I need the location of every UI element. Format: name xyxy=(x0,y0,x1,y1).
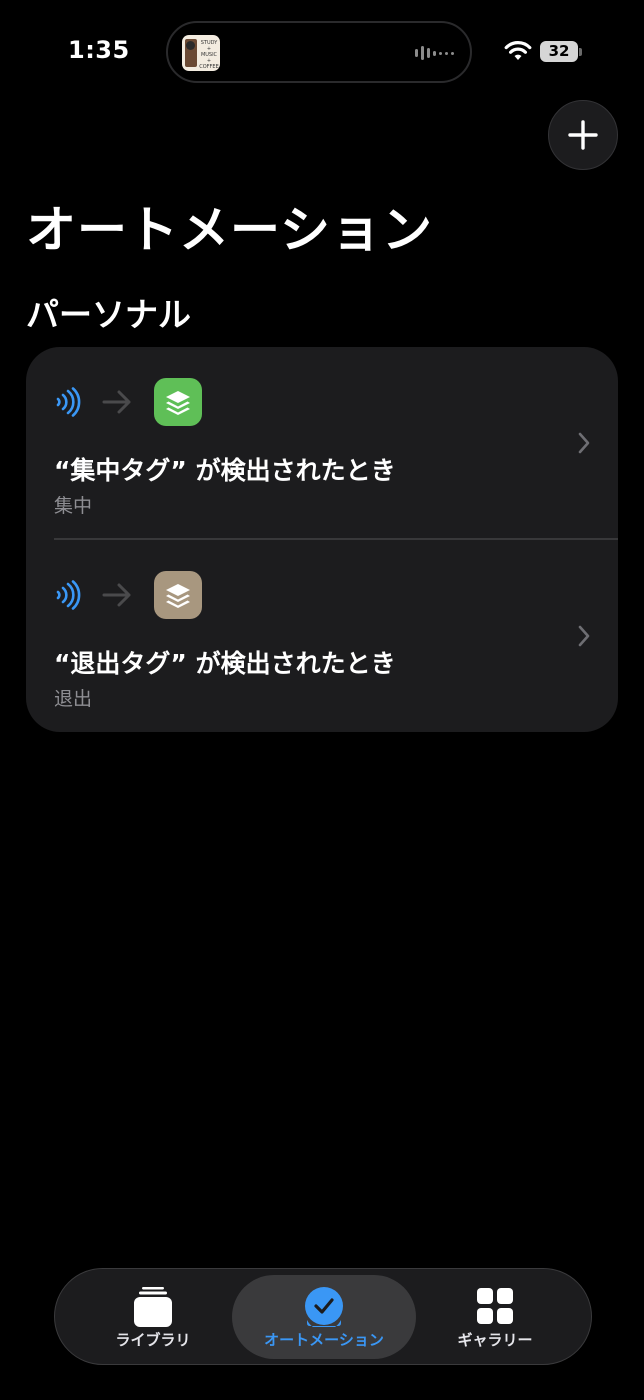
tab-bar: ライブラリ オートメーション ギャラリー xyxy=(54,1268,592,1365)
arrow-right-icon xyxy=(102,583,131,607)
automation-row-focus[interactable]: “集中タグ” が検出されたとき 集中 xyxy=(26,347,618,539)
automation-title: “集中タグ” が検出されたとき xyxy=(54,456,396,485)
focus-stack-icon xyxy=(166,391,190,415)
gallery-grid-icon xyxy=(477,1288,513,1324)
battery-indicator: 32 xyxy=(540,41,578,62)
chevron-right-icon xyxy=(578,432,590,454)
section-title: パーソナル xyxy=(26,295,191,334)
tab-library[interactable]: ライブラリ xyxy=(61,1275,245,1359)
chevron-right-icon xyxy=(578,625,590,647)
library-stack-icon xyxy=(134,1287,172,1327)
audio-waveform-icon xyxy=(415,45,454,61)
add-automation-button[interactable] xyxy=(548,100,618,170)
automation-list: “集中タグ” が検出されたとき 集中 “退出タグ” が検出されたとき 退出 xyxy=(26,347,618,732)
artwork-text: STUDY + MUSIC + COFFEE xyxy=(199,40,219,70)
focus-stack-icon xyxy=(166,584,190,608)
automation-row-exit[interactable]: “退出タグ” が検出されたとき 退出 xyxy=(26,540,618,732)
page-title: オートメーション xyxy=(26,201,433,259)
tab-label: ライブラリ xyxy=(115,1331,191,1349)
automation-subtitle: 集中 xyxy=(54,495,93,517)
plus-icon xyxy=(568,120,598,150)
nfc-icon xyxy=(56,580,81,610)
dynamic-island[interactable]: STUDY + MUSIC + COFFEE xyxy=(166,21,472,83)
automation-title: “退出タグ” が検出されたとき xyxy=(54,649,396,678)
focus-app-icon xyxy=(154,571,202,619)
battery-nub xyxy=(579,48,582,56)
automation-subtitle: 退出 xyxy=(54,688,93,710)
automation-clock-icon xyxy=(305,1287,343,1327)
automation-screen: 1:35 STUDY + MUSIC + COFFEE 32 オートメーション … xyxy=(0,0,644,1400)
wifi-icon xyxy=(504,41,532,60)
tab-automation[interactable]: オートメーション xyxy=(232,1275,416,1359)
tab-gallery[interactable]: ギャラリー xyxy=(403,1275,587,1359)
focus-app-icon xyxy=(154,378,202,426)
tab-label: オートメーション xyxy=(264,1331,384,1349)
nfc-icon xyxy=(56,387,81,417)
now-playing-artwork: STUDY + MUSIC + COFFEE xyxy=(182,35,220,71)
arrow-right-icon xyxy=(102,390,131,414)
status-time: 1:35 xyxy=(68,36,130,64)
tab-label: ギャラリー xyxy=(457,1331,533,1349)
